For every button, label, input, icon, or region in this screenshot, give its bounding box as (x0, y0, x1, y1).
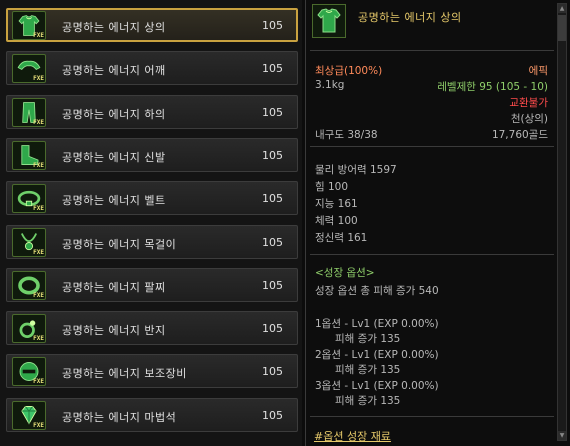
stat-spirit: 정신력 161 (315, 232, 368, 244)
item-list-row[interactable]: FXE 공명하는 에너지 목걸이 105 (6, 224, 298, 259)
item-level: 105 (262, 408, 283, 422)
item-name: 공명하는 에너지 팔찌 (62, 280, 166, 294)
fxe-badge: FXE (33, 205, 44, 213)
item-list-row[interactable]: FXE 공명하는 에너지 신발 105 (6, 137, 298, 172)
top-armor-icon: FXE (12, 11, 46, 40)
growth-option-1-effect: 피해 증가 135 (335, 333, 401, 345)
fxe-badge: FXE (33, 75, 44, 83)
stat-vitality: 체력 100 (315, 215, 358, 227)
item-name: 공명하는 에너지 반지 (62, 324, 166, 338)
item-name: 공명하는 에너지 어깨 (62, 64, 166, 78)
ring-icon: FXE (12, 314, 46, 344)
growth-option-2-effect: 피해 증가 135 (335, 364, 401, 376)
magic-stone-icon: FXE (12, 400, 46, 430)
stat-strength: 힘 100 (315, 181, 349, 193)
item-level: 105 (262, 365, 283, 379)
fxe-badge: FXE (33, 335, 44, 343)
item-level: 105 (262, 235, 283, 249)
tooltip-item-title: 공명하는 에너지 상의 (358, 11, 462, 24)
divider (310, 416, 554, 417)
item-list-row[interactable]: FXE 공명하는 에너지 어깨 105 (6, 51, 298, 86)
scroll-thumb[interactable] (558, 15, 566, 41)
item-list-row[interactable]: FXE 공명하는 에너지 마법석 105 (6, 397, 298, 432)
item-grade: 최상급(100%) (315, 65, 383, 77)
top-armor-icon (312, 4, 346, 38)
item-level: 105 (262, 278, 283, 292)
divider (310, 50, 554, 51)
fxe-badge: FXE (33, 161, 44, 169)
item-rarity: 에픽 (528, 65, 548, 77)
growth-option-3-label: 3옵션 - Lv1 (EXP 0.00%) (315, 380, 439, 392)
item-level: 105 (262, 105, 283, 119)
item-list-row[interactable]: FXE 공명하는 에너지 팔찌 105 (6, 267, 298, 302)
shoulder-armor-icon: FXE (12, 54, 46, 84)
item-weight: 3.1kg (315, 79, 345, 91)
item-name: 공명하는 에너지 상의 (62, 21, 166, 34)
item-list-row[interactable]: FXE 공명하는 에너지 보조장비 105 (6, 354, 298, 389)
growth-material-link[interactable]: #옵션 성장 재료 (314, 428, 391, 444)
item-level: 105 (262, 322, 283, 336)
scroll-up-arrow-icon[interactable]: ▲ (558, 4, 566, 13)
pants-armor-icon: FXE (12, 97, 46, 127)
growth-option-2-label: 2옵션 - Lv1 (EXP 0.00%) (315, 349, 439, 361)
fxe-badge: FXE (33, 291, 44, 299)
growth-option-3-effect: 피해 증가 135 (335, 395, 401, 407)
necklace-icon: FXE (12, 227, 46, 257)
fxe-badge: FXE (33, 378, 44, 386)
item-name: 공명하는 에너지 벨트 (62, 194, 166, 208)
fxe-badge: FXE (33, 118, 44, 126)
item-list-row[interactable]: FXE 공명하는 에너지 상의 105 (6, 8, 298, 42)
item-list-row[interactable]: FXE 공명하는 에너지 벨트 105 (6, 181, 298, 216)
growth-option-total: 성장 옵션 총 피해 증가 540 (315, 285, 439, 297)
fxe-badge: FXE (33, 32, 44, 39)
item-name: 공명하는 에너지 신발 (62, 150, 166, 164)
item-name: 공명하는 에너지 보조장비 (62, 367, 187, 381)
item-level: 105 (262, 62, 283, 76)
belt-icon: FXE (12, 184, 46, 214)
fxe-badge: FXE (33, 248, 44, 256)
tooltip-scrollbar[interactable]: ▲ ▼ (557, 3, 567, 441)
tooltip-header: 공명하는 에너지 상의 (306, 0, 556, 50)
scroll-down-arrow-icon[interactable]: ▼ (558, 431, 566, 440)
item-list-row[interactable]: FXE 공명하는 에너지 하의 105 (6, 94, 298, 129)
item-list-panel: FXE 공명하는 에너지 상의 105 FXE 공명하는 에너지 어깨 105 FXE 공명하… (0, 0, 302, 446)
bracelet-icon: FXE (12, 270, 46, 300)
divider (310, 254, 554, 255)
item-material: 천(상의) (510, 113, 548, 125)
item-name: 공명하는 에너지 목걸이 (62, 237, 177, 251)
item-list-row[interactable]: FXE 공명하는 에너지 반지 105 (6, 311, 298, 346)
growth-option-1-label: 1옵션 - Lv1 (EXP 0.00%) (315, 318, 439, 330)
stat-intelligence: 지능 161 (315, 198, 358, 210)
item-level: 105 (262, 19, 283, 32)
item-level: 105 (262, 192, 283, 206)
item-tooltip-panel: 공명하는 에너지 상의 최상급(100%) 에픽 3.1kg 레벨제한 95 (… (305, 0, 570, 446)
item-name: 공명하는 에너지 하의 (62, 107, 166, 121)
item-level-requirement: 레벨제한 95 (105 - 10) (437, 81, 548, 93)
boots-icon: FXE (12, 140, 46, 170)
divider (310, 146, 554, 147)
fxe-badge: FXE (33, 421, 44, 429)
growth-option-header: <성장 옵션> (315, 267, 375, 279)
item-trade-restriction: 교환불가 (509, 97, 548, 109)
sub-equipment-icon: FXE (12, 357, 46, 387)
stat-physical-defense: 물리 방어력 1597 (315, 164, 397, 176)
item-level: 105 (262, 148, 283, 162)
item-durability: 내구도 38/38 (315, 129, 378, 141)
item-price: 17,760골드 (491, 129, 548, 141)
item-name: 공명하는 에너지 마법석 (62, 410, 177, 424)
